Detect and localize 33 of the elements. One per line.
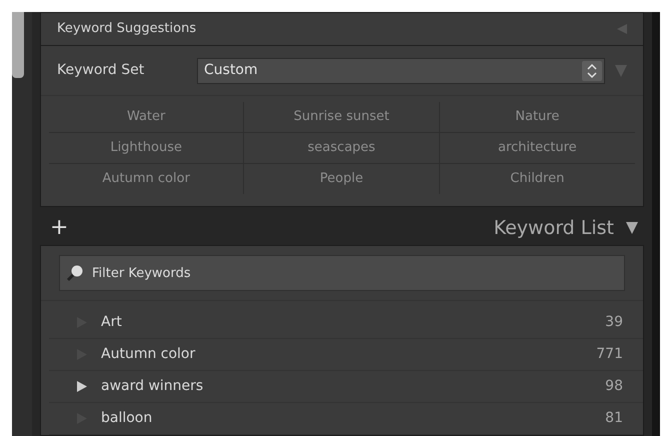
stepper-icon: [582, 60, 602, 80]
keyword-row[interactable]: Autumn color 771: [49, 339, 643, 371]
panel-title: Keyword List: [494, 216, 614, 241]
keyword-count: 771: [596, 345, 623, 364]
filter-field[interactable]: Filter Keywords: [59, 255, 625, 291]
keyword-suggestion[interactable]: architecture: [440, 133, 635, 163]
keyword-suggestion[interactable]: Water: [49, 102, 244, 132]
keyword-name: balloon: [101, 409, 154, 428]
scrollbar-thumb[interactable]: [12, 12, 24, 78]
dropdown-arrow-icon[interactable]: [615, 64, 627, 76]
keyword-suggestion[interactable]: Sunrise sunset: [244, 102, 440, 132]
collapse-icon[interactable]: [626, 222, 638, 234]
panel-title: Keyword Suggestions: [57, 20, 196, 38]
keyword-name: Art: [101, 313, 123, 332]
add-button[interactable]: +: [50, 217, 68, 239]
expand-arrow-icon[interactable]: [77, 381, 87, 392]
keyword-count: 98: [605, 377, 623, 396]
keyword-name: Autumn color: [101, 345, 196, 364]
keyword-name: award winners: [101, 377, 204, 396]
search-icon: [66, 264, 84, 282]
keyword-suggestion[interactable]: Nature: [440, 102, 635, 132]
keyword-row[interactable]: Art 39: [49, 307, 643, 339]
keyword-row[interactable]: award winners 98: [49, 371, 643, 403]
keyword-count: 39: [605, 313, 623, 332]
keyword-suggestion[interactable]: People: [244, 164, 440, 194]
keyword-suggestion[interactable]: Autumn color: [49, 164, 244, 194]
keyword-suggestion[interactable]: Lighthouse: [49, 133, 244, 163]
keyword-set-label: Keyword Set: [57, 61, 146, 80]
keyword-set-dropdown[interactable]: Custom: [197, 58, 605, 84]
keyword-suggestion[interactable]: seascapes: [244, 133, 440, 163]
keyword-count: 81: [605, 409, 623, 428]
keyword-row[interactable]: balloon 81: [49, 403, 643, 435]
keyword-suggestion[interactable]: Children: [440, 164, 635, 194]
